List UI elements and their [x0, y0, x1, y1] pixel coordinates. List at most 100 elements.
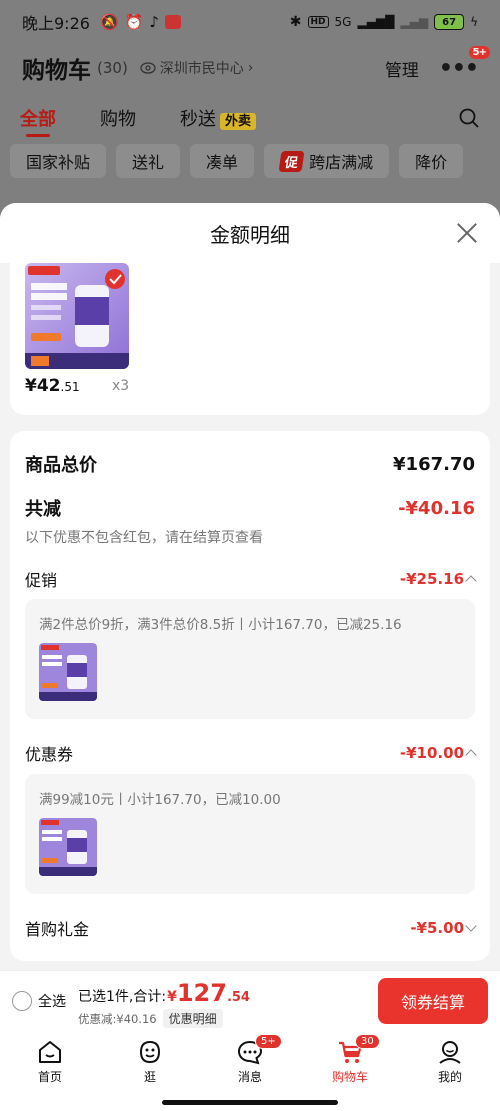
- more-button[interactable]: ••• 5+: [438, 45, 490, 81]
- discount-note: 以下优惠不包含红包，请在结算页查看: [25, 530, 263, 546]
- promotion-amount: -¥25.16: [399, 570, 464, 588]
- messages-badge: 5+: [255, 1034, 282, 1049]
- price-breakdown-card: 商品总价 ¥167.70 共减 -¥40.16 以下优惠不包含红包，请在结算页查…: [10, 431, 490, 961]
- alarm-icon: ⏰: [124, 13, 144, 31]
- product-image[interactable]: [25, 263, 129, 369]
- total-int: 127: [176, 979, 227, 1007]
- first-gift-amount: -¥5.00: [410, 919, 464, 937]
- select-all-checkbox[interactable]: [12, 991, 32, 1011]
- signal-icon: ▂▄▆█: [357, 15, 395, 29]
- promo-tag-icon: 促: [278, 150, 305, 172]
- first-gift-row[interactable]: 首购礼金 -¥5.00: [25, 916, 477, 940]
- silent-icon: 🔕: [99, 13, 119, 31]
- checkout-bar: 全选 已选1件,合计: ¥127.54 优惠减:¥40.16 优惠明细 领券结算: [0, 970, 500, 1032]
- page-title: 购物车: [22, 58, 91, 84]
- tiktok-icon: ♪: [149, 13, 159, 31]
- bluetooth-icon: ✱: [289, 14, 302, 30]
- nav-home-label: 首页: [37, 1070, 62, 1084]
- total-label: 商品总价: [25, 455, 97, 476]
- bottom-nav: 首页 逛 5+ 消息 30 购物车 我的: [0, 1032, 500, 1111]
- status-bar: 晚上9:26 🔕 ⏰ ♪ ✱ HD 5G ▂▄▆█ ▂▄▆ 67 ϟ: [0, 0, 500, 44]
- sheet-title: 金额明细: [210, 222, 290, 247]
- total-row: 商品总价 ¥167.70: [25, 451, 475, 477]
- nav-profile-label: 我的: [437, 1070, 462, 1084]
- product-price: ¥42.51: [25, 376, 80, 396]
- product-price-int: ¥42: [25, 376, 61, 396]
- location-text: 深圳市民中心: [159, 61, 244, 77]
- select-all-label[interactable]: 全选: [38, 991, 66, 1011]
- close-icon[interactable]: [452, 218, 482, 248]
- sheet-header: 金额明细: [0, 203, 500, 263]
- discount-label: 共减: [25, 499, 61, 520]
- chip-gift[interactable]: 送礼: [116, 144, 181, 178]
- chevron-down-icon: [465, 920, 477, 932]
- charging-icon: ϟ: [470, 15, 478, 29]
- cart-header: 购物车 (30) 深圳市民中心 › 管理 ••• 5+: [0, 44, 500, 92]
- chevron-right-icon: ›: [247, 60, 254, 76]
- promotion-detail-text: 满2件总价9折，满3件总价8.5折丨小计167.70，已减25.16: [39, 617, 402, 633]
- app-notification-icon: [164, 15, 181, 29]
- total-value: ¥167.70: [393, 453, 475, 475]
- amount-detail-sheet: 金额明细 ¥42.51 x3 商品总价 ¥167.70 共减 -¥40.16 以…: [0, 203, 500, 970]
- tab-shopping[interactable]: 购物: [100, 105, 136, 131]
- product-price-dec: .51: [60, 380, 80, 394]
- search-icon[interactable]: [458, 107, 480, 129]
- status-time: 晚上9:26: [22, 14, 90, 33]
- total-yen: ¥: [167, 989, 177, 1005]
- total-dec: .54: [226, 990, 250, 1005]
- status-right-icons: ✱ HD 5G ▂▄▆█ ▂▄▆ 67 ϟ: [290, 14, 478, 30]
- more-badge: 5+: [468, 45, 490, 59]
- discount-detail-button[interactable]: 优惠明细: [162, 1009, 223, 1028]
- nav-stroll-label: 逛: [143, 1070, 156, 1084]
- checkout-button[interactable]: 领券结算: [378, 978, 488, 1024]
- promotion-row[interactable]: 促销 -¥25.16: [25, 567, 477, 591]
- promotion-label: 促销: [25, 571, 58, 590]
- coupon-detail-box: 满99减10元丨小计167.70，已减10.00: [25, 774, 475, 894]
- network-type: 5G: [334, 15, 352, 29]
- eye-location-icon: [140, 62, 156, 74]
- hd-icon: HD: [307, 16, 329, 28]
- promotion-product-thumb: [39, 643, 97, 701]
- coupon-value: -¥10.00: [400, 744, 477, 762]
- promotion-value: -¥25.16: [399, 570, 477, 588]
- home-indicator[interactable]: [162, 1100, 338, 1105]
- cart-count: (30): [97, 59, 128, 77]
- nav-cart-label: 购物车: [331, 1070, 368, 1084]
- chip-cross-store[interactable]: 促 跨店满减: [264, 144, 390, 178]
- coupon-product-thumb: [39, 818, 97, 876]
- selected-text: 已选1件,合计:: [78, 989, 167, 1005]
- nav-profile[interactable]: 我的: [400, 1032, 500, 1111]
- chip-national-subsidy[interactable]: 国家补贴: [10, 144, 107, 178]
- chip-bundle[interactable]: 凑单: [190, 144, 255, 178]
- tab-miaosong-label: 秒送: [180, 109, 216, 130]
- status-left-icons: 🔕 ⏰ ♪: [100, 13, 181, 31]
- cart-badge: 30: [355, 1034, 380, 1049]
- product-qty: x3: [112, 378, 130, 394]
- more-dots-icon: •••: [438, 55, 479, 81]
- coupon-row[interactable]: 优惠券 -¥10.00: [25, 741, 477, 765]
- battery-icon: 67: [434, 14, 465, 30]
- stroll-icon: [139, 1040, 161, 1064]
- tab-miaosong[interactable]: 秒送 外卖: [180, 105, 257, 131]
- chevron-up-icon: [465, 575, 477, 587]
- top-tabs: 全部 购物 秒送 外卖: [0, 100, 500, 137]
- chevron-up-icon: [465, 749, 477, 761]
- chip-price-drop[interactable]: 降价: [399, 144, 464, 178]
- nav-messages-label: 消息: [237, 1070, 262, 1084]
- manage-button[interactable]: 管理: [385, 56, 419, 81]
- tab-all[interactable]: 全部: [20, 105, 56, 137]
- first-gift-value: -¥5.00: [410, 919, 477, 937]
- home-icon: [39, 1041, 61, 1063]
- discount-summary: 优惠减:¥40.16 优惠明细: [78, 1009, 223, 1028]
- product-card: ¥42.51 x3: [10, 263, 490, 415]
- nav-home[interactable]: 首页: [0, 1032, 100, 1111]
- discount-summary-text: 优惠减:¥40.16: [78, 1011, 157, 1026]
- total-summary: 已选1件,合计: ¥127.54: [78, 979, 250, 1007]
- location-selector[interactable]: 深圳市民中心 ›: [140, 58, 254, 78]
- promotion-detail-box: 满2件总价9折，满3件总价8.5折丨小计167.70，已减25.16: [25, 599, 475, 719]
- first-gift-label: 首购礼金: [25, 920, 90, 939]
- waimai-tag: 外卖: [220, 113, 257, 130]
- total-amount: ¥127.54: [167, 979, 250, 1007]
- discount-value: -¥40.16: [398, 497, 475, 519]
- profile-icon: [439, 1041, 461, 1064]
